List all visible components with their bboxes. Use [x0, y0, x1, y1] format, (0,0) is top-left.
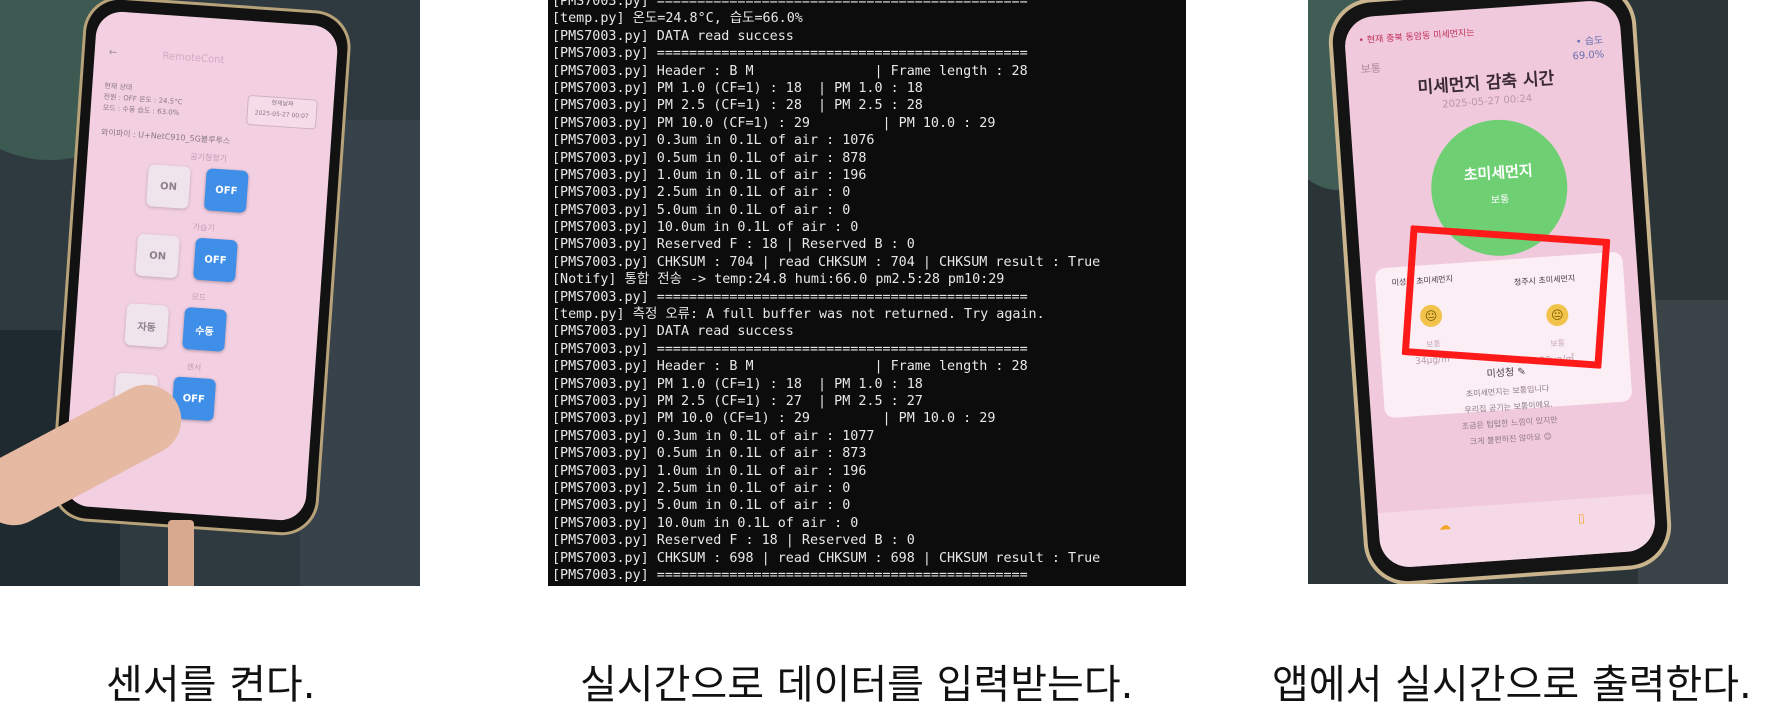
terminal-line: [PMS7003.py] 1.0um in 0.1L of air : 196 [552, 463, 867, 479]
terminal-line: [PMS7003.py] 0.5um in 0.1L of air : 878 [552, 150, 867, 166]
terminal-line: [PMS7003.py] 0.5um in 0.1L of air : 873 [552, 446, 867, 462]
terminal-line: [PMS7003.py] 0.3um in 0.1L of air : 1077 [552, 428, 875, 444]
terminal-line: [PMS7003.py] 5.0um in 0.1L of air : 0 [552, 498, 851, 514]
list-icon[interactable]: ▯ [1577, 511, 1585, 525]
terminal-line: [temp.py] 온도=24.8°C, 습도=66.0% [552, 11, 803, 27]
terminal-line: [Notify] 통합 전송 -> temp:24.8 humi:66.0 pm… [552, 272, 1005, 288]
cloud-icon[interactable]: ☁ [1438, 518, 1451, 533]
terminal-output: [PMS7003.py] ===========================… [552, 0, 1100, 584]
back-arrow-icon[interactable]: ← [108, 47, 117, 59]
humidifier-on-button[interactable]: ON [135, 233, 181, 279]
sensor-photo-panel: ← RemoteCont 현재 상태 전원 : OFF 온도 : 24.5°C … [0, 0, 420, 586]
terminal-line: [PMS7003.py] ===========================… [552, 567, 1028, 583]
terminal-line: [PMS7003.py] 1.0um in 0.1L of air : 196 [552, 167, 867, 183]
terminal-line: [PMS7003.py] PM 10.0 (CF=1) : 29 | PM 10… [552, 115, 996, 131]
section-air-purifier: 공기청정기 [189, 151, 228, 164]
date-box: 현재날짜 2025-05-27 00:07 [245, 94, 318, 130]
caption-step-1: 센서를 켠다. [106, 662, 316, 708]
status-prefix: 보통 [1360, 61, 1382, 77]
humidifier-off-button[interactable]: OFF [193, 237, 238, 283]
terminal-line: [PMS7003.py] CHKSUM : 704 | read CHKSUM … [552, 254, 1101, 270]
location-header: • 현재 충북 동암동 미세먼지는 [1358, 28, 1475, 47]
caption-step-3: 앱에서 실시간으로 출력한다. [1272, 662, 1752, 708]
terminal-line: [PMS7003.py] CHKSUM : 698 | read CHKSUM … [552, 550, 1101, 566]
current-status: 현재 상태 전원 : OFF 온도 : 24.5°C 모드 : 수동 습도 : … [102, 81, 214, 122]
usb-cable [168, 520, 194, 586]
terminal-line: [temp.py] 측정 오류: A full buffer was not r… [552, 307, 1045, 323]
terminal-line: [PMS7003.py] DATA read success [552, 324, 794, 340]
mode-manual-button[interactable]: 수동 [182, 306, 227, 352]
terminal-line: [PMS7003.py] 2.5um in 0.1L of air : 0 [552, 480, 851, 496]
dust-level-label: 보통 [1490, 194, 1510, 207]
terminal-line: [PMS7003.py] PM 1.0 (CF=1) : 18 | PM 1.0… [552, 376, 923, 392]
caption-step-2: 실시간으로 데이터를 입력받는다. [580, 662, 1134, 708]
terminal-panel: [PMS7003.py] ===========================… [548, 0, 1186, 586]
wifi-status: 와이파이 : U+NetC910_5G블루투스 [100, 127, 231, 146]
terminal-line: [PMS7003.py] PM 2.5 (CF=1) : 27 | PM 2.5… [552, 393, 923, 409]
dust-type-label: 초미세먼지 [1463, 161, 1534, 185]
air-purifier-on-button[interactable]: ON [146, 164, 191, 209]
terminal-line: [PMS7003.py] 10.0um in 0.1L of air : 0 [552, 515, 859, 531]
mode-auto-button[interactable]: 자동 [124, 302, 170, 348]
app-title: RemoteCont [162, 50, 225, 67]
terminal-line: [PMS7003.py] ===========================… [552, 0, 1028, 9]
terminal-line: [PMS7003.py] ===========================… [552, 289, 1028, 305]
highlight-box [1401, 225, 1611, 369]
bottom-nav: ☁ ▯ [1377, 493, 1657, 569]
terminal-line: [PMS7003.py] DATA read success [552, 28, 794, 44]
terminal-line: [PMS7003.py] PM 1.0 (CF=1) : 18 | PM 1.0… [552, 80, 923, 96]
terminal-line: [PMS7003.py] ===========================… [552, 46, 1028, 62]
terminal-line: [PMS7003.py] 0.3um in 0.1L of air : 1076 [552, 133, 875, 149]
terminal-line: [PMS7003.py] ===========================… [552, 341, 1028, 357]
terminal-line: [PMS7003.py] Header : B M | Frame length… [552, 359, 1028, 375]
terminal-line: [PMS7003.py] PM 2.5 (CF=1) : 28 | PM 2.5… [552, 98, 923, 114]
air-purifier-off-button[interactable]: OFF [203, 168, 249, 213]
terminal-line: [PMS7003.py] 2.5um in 0.1L of air : 0 [552, 185, 851, 201]
terminal-line: [PMS7003.py] 5.0um in 0.1L of air : 0 [552, 202, 851, 218]
terminal-line: [PMS7003.py] Reserved F : 18 | Reserved … [552, 237, 915, 253]
app-topbar: ← RemoteCont [108, 47, 323, 78]
app-photo-panel: • 현재 충북 동암동 미세먼지는 • 습도 69.0% 보통 미세먼지 감축 … [1308, 0, 1728, 584]
terminal-line: [PMS7003.py] Header : B M | Frame length… [552, 63, 1028, 79]
terminal-line: [PMS7003.py] Reserved F : 18 | Reserved … [552, 533, 915, 549]
terminal-line: [PMS7003.py] 10.0um in 0.1L of air : 0 [552, 220, 859, 236]
terminal-line: [PMS7003.py] PM 10.0 (CF=1) : 29 | PM 10… [552, 411, 996, 427]
